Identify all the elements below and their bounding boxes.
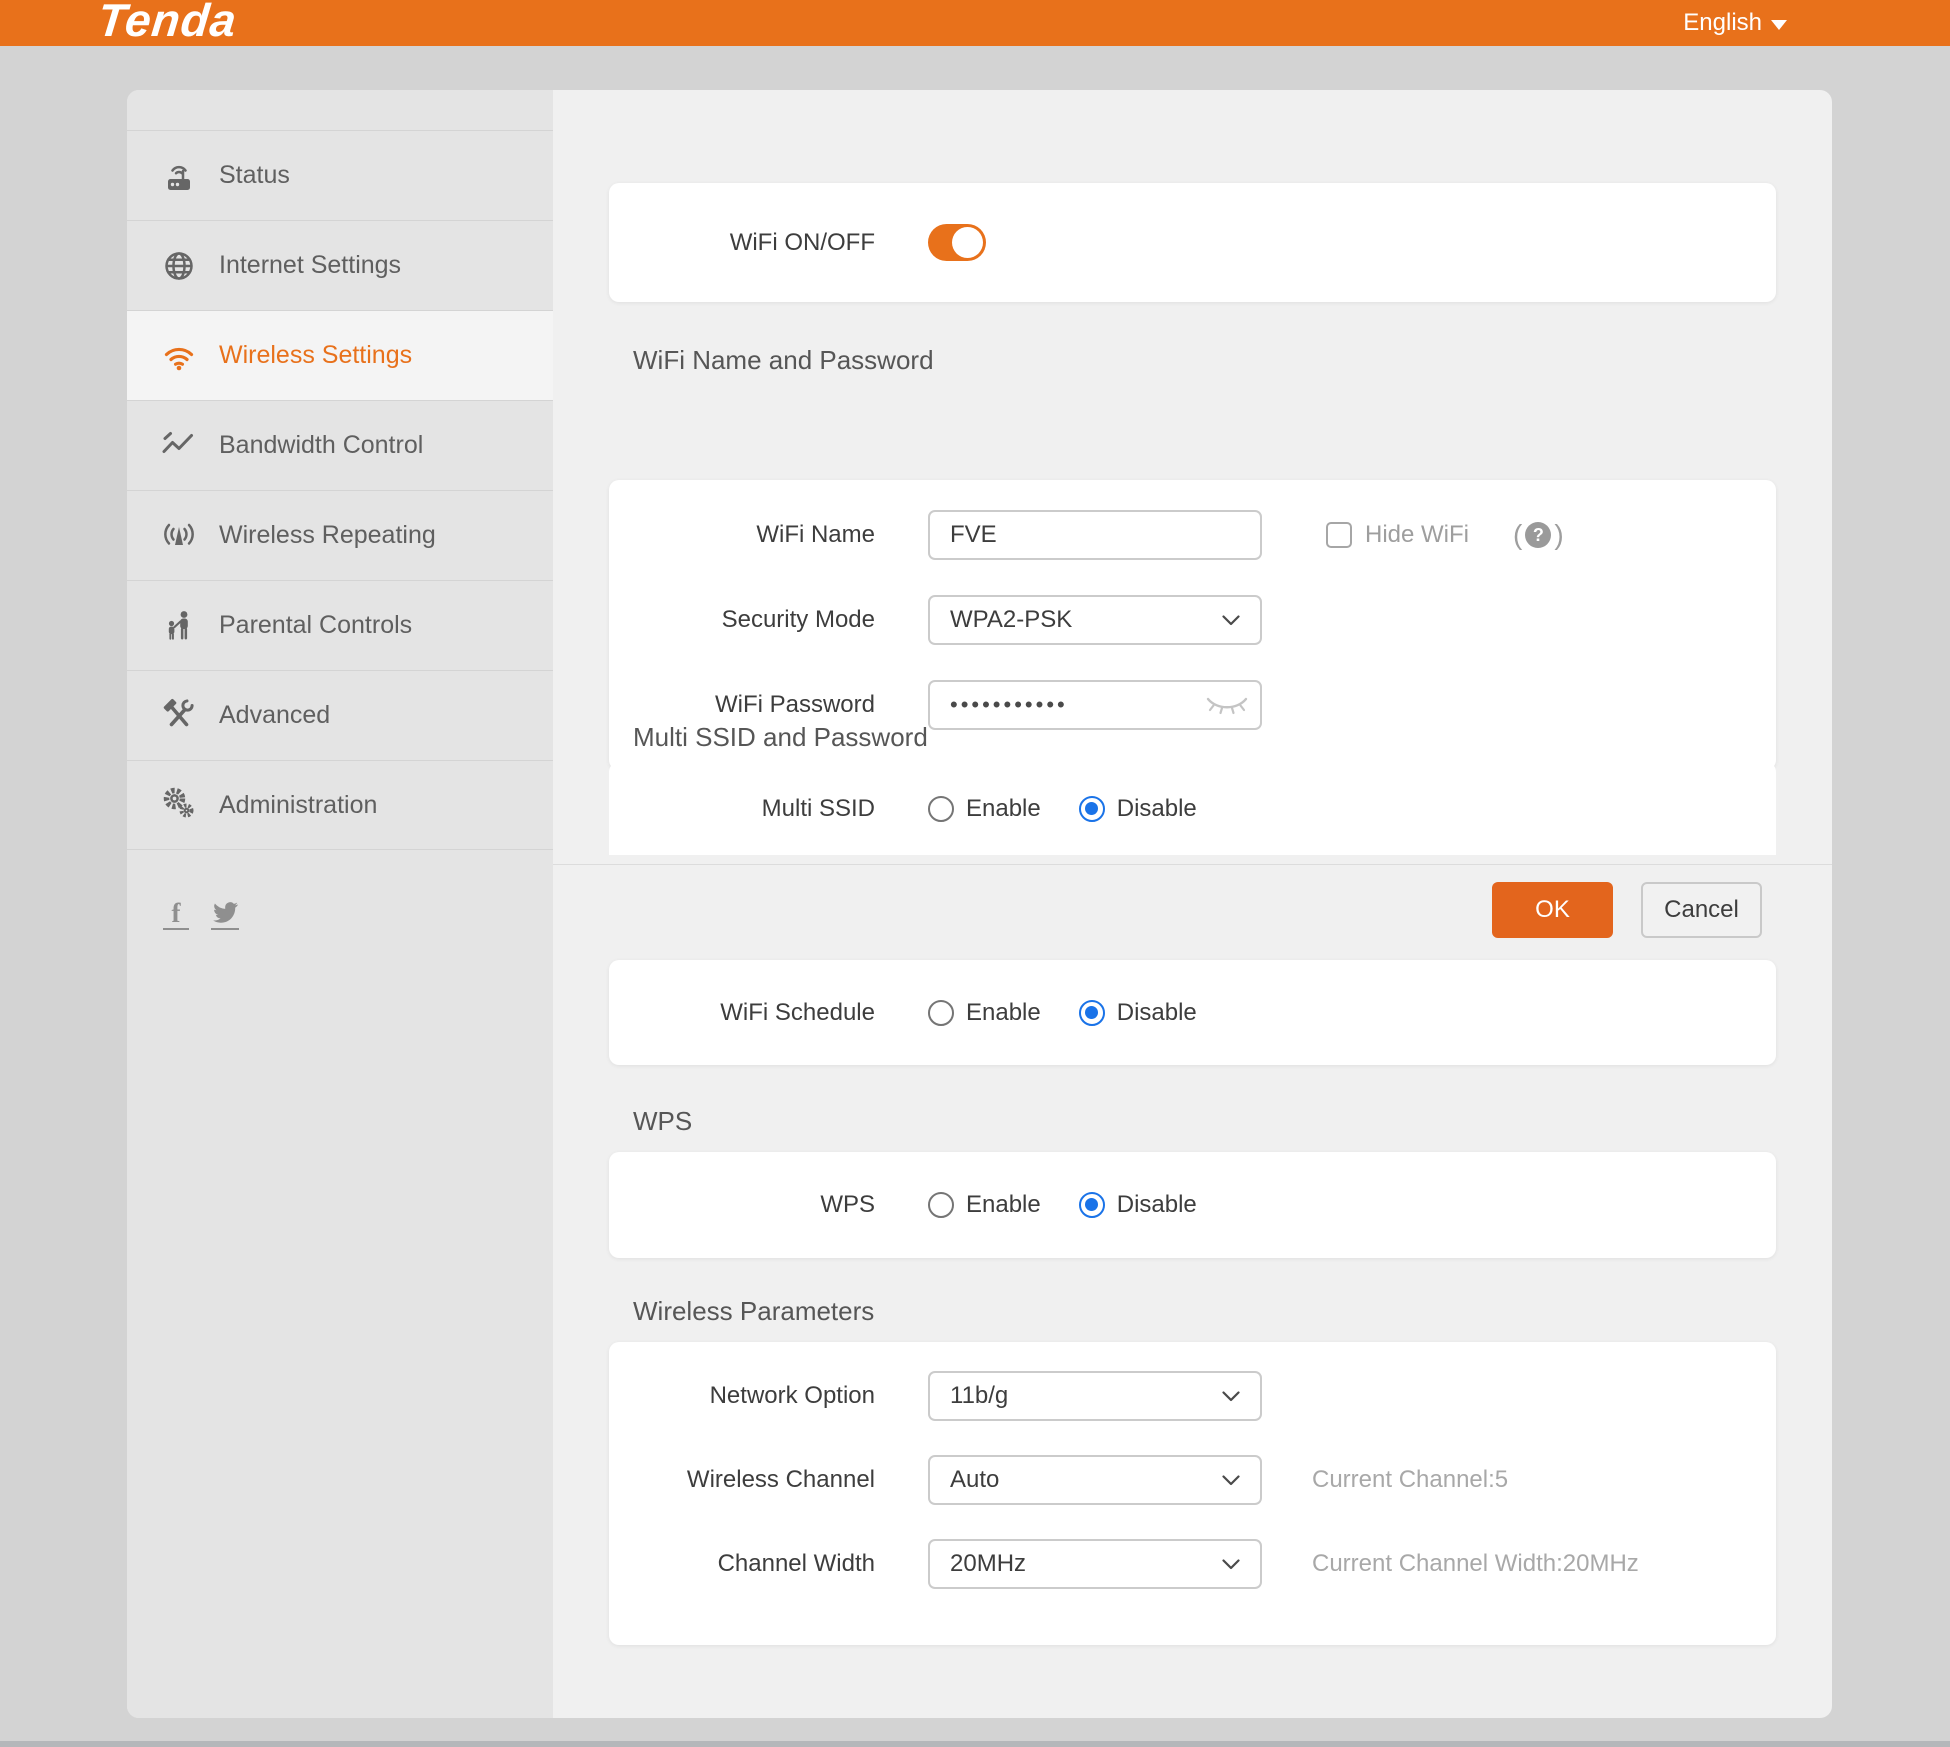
sidebar-item-label: Wireless Repeating — [219, 521, 436, 550]
wifi-onoff-card: WiFi ON/OFF — [609, 183, 1776, 302]
sidebar-item-bandwidth-control[interactable]: Bandwidth Control — [127, 400, 553, 490]
ok-button[interactable]: OK — [1492, 882, 1613, 938]
sidebar-item-label: Status — [219, 161, 290, 190]
twitter-icon[interactable] — [211, 900, 239, 930]
multi-ssid-card: Multi SSID Enable Disable — [609, 762, 1776, 855]
wifi-icon — [157, 334, 201, 378]
radio-unchecked — [928, 1192, 954, 1218]
sidebar-item-label: Administration — [219, 791, 377, 820]
sidebar-item-administration[interactable]: Administration — [127, 760, 553, 850]
section-title-wireless-parameters: Wireless Parameters — [633, 1296, 874, 1327]
wps-radio-group: Enable Disable — [928, 1191, 1197, 1219]
security-mode-label: Security Mode — [609, 606, 875, 634]
gears-icon — [157, 783, 201, 827]
hide-wifi-label: Hide WiFi — [1365, 521, 1469, 549]
section-title-wps: WPS — [633, 1106, 692, 1137]
sidebar: Status Internet Settings — [127, 90, 553, 1718]
wps-disable-radio[interactable]: Disable — [1079, 1191, 1197, 1219]
chevron-down-icon — [1222, 1475, 1240, 1486]
channel-width-select[interactable]: 20MHz — [928, 1539, 1262, 1589]
wireless-parameters-card: Network Option 11b/g Wireless Channel Au… — [609, 1342, 1776, 1645]
channel-width-label: Channel Width — [609, 1550, 875, 1578]
parent-child-icon — [157, 604, 201, 648]
current-channel-width-note: Current Channel Width:20MHz — [1312, 1550, 1639, 1578]
wifi-name-input[interactable] — [928, 510, 1262, 560]
tools-icon — [157, 694, 201, 738]
tenda-logo: Tenda — [95, 0, 239, 46]
network-option-select[interactable]: 11b/g — [928, 1371, 1262, 1421]
radio-checked — [1079, 796, 1105, 822]
action-bar: OK Cancel — [553, 864, 1832, 955]
wps-label: WPS — [609, 1191, 875, 1219]
multi-ssid-disable-radio[interactable]: Disable — [1079, 795, 1197, 823]
top-header: Tenda English — [0, 0, 1950, 46]
wifi-schedule-disable-radio[interactable]: Disable — [1079, 999, 1197, 1027]
multi-ssid-label: Multi SSID — [609, 795, 875, 823]
language-label: English — [1683, 9, 1762, 37]
wireless-channel-label: Wireless Channel — [609, 1466, 875, 1494]
radio-checked — [1079, 1000, 1105, 1026]
sidebar-item-label: Wireless Settings — [219, 341, 412, 370]
sidebar-item-wireless-repeating[interactable]: Wireless Repeating — [127, 490, 553, 580]
radio-unchecked — [928, 1000, 954, 1026]
wifi-schedule-label: WiFi Schedule — [609, 999, 875, 1027]
sidebar-item-label: Bandwidth Control — [219, 431, 423, 460]
sidebar-item-parental-controls[interactable]: Parental Controls — [127, 580, 553, 670]
wifi-schedule-enable-radio[interactable]: Enable — [928, 999, 1041, 1027]
language-selector[interactable]: English — [1683, 0, 1787, 46]
wifi-password-label: WiFi Password — [609, 691, 875, 719]
antenna-icon — [157, 514, 201, 558]
section-title-multi-ssid: Multi SSID and Password — [633, 722, 928, 753]
sidebar-item-internet-settings[interactable]: Internet Settings — [127, 220, 553, 310]
bottom-edge — [0, 1741, 1950, 1747]
chevron-down-icon — [1222, 615, 1240, 626]
wifi-name-label: WiFi Name — [609, 521, 875, 549]
sidebar-item-wireless-settings[interactable]: Wireless Settings — [127, 310, 553, 400]
line-chart-icon — [157, 424, 201, 468]
sidebar-item-status[interactable]: Status — [127, 130, 553, 220]
chevron-down-icon — [1771, 20, 1787, 30]
cancel-button[interactable]: Cancel — [1641, 882, 1762, 938]
security-mode-select[interactable]: WPA2-PSK — [928, 595, 1262, 645]
content-area: WiFi ON/OFF WiFi Name and Password WiFi … — [553, 90, 1832, 1718]
wps-enable-radio[interactable]: Enable — [928, 1191, 1041, 1219]
wifi-toggle[interactable] — [928, 224, 986, 261]
hide-wifi-checkbox[interactable] — [1326, 522, 1352, 548]
sidebar-item-label: Parental Controls — [219, 611, 412, 640]
wifi-schedule-radio-group: Enable Disable — [928, 999, 1197, 1027]
wifi-schedule-card: WiFi Schedule Enable Disable — [609, 960, 1776, 1065]
eye-closed-icon[interactable] — [1204, 693, 1250, 717]
toggle-knob — [952, 227, 983, 258]
chevron-down-icon — [1222, 1391, 1240, 1402]
main-panel: Status Internet Settings — [127, 90, 1832, 1718]
wps-card: WPS Enable Disable — [609, 1152, 1776, 1258]
wifi-onoff-label: WiFi ON/OFF — [609, 229, 875, 257]
sidebar-item-label: Internet Settings — [219, 251, 401, 280]
radio-unchecked — [928, 796, 954, 822]
sidebar-item-label: Advanced — [219, 701, 330, 730]
current-channel-note: Current Channel:5 — [1312, 1466, 1508, 1494]
radio-checked — [1079, 1192, 1105, 1218]
facebook-icon[interactable]: f — [163, 902, 189, 930]
chevron-down-icon — [1222, 1559, 1240, 1570]
multi-ssid-radio-group: Enable Disable — [928, 795, 1197, 823]
wireless-channel-select[interactable]: Auto — [928, 1455, 1262, 1505]
globe-icon — [157, 244, 201, 288]
multi-ssid-enable-radio[interactable]: Enable — [928, 795, 1041, 823]
network-option-label: Network Option — [609, 1382, 875, 1410]
sidebar-nav: Status Internet Settings — [127, 130, 553, 850]
section-title-wifi-name: WiFi Name and Password — [633, 345, 934, 376]
sidebar-item-advanced[interactable]: Advanced — [127, 670, 553, 760]
help-icon[interactable]: (?) — [1513, 519, 1564, 551]
router-icon — [157, 154, 201, 198]
social-links: f — [163, 900, 239, 930]
